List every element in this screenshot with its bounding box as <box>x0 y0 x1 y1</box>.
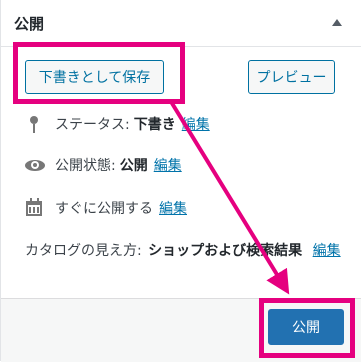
status-value: 下書き <box>133 117 176 133</box>
triangle-up-icon[interactable] <box>332 19 342 26</box>
schedule-edit-link[interactable]: 編集 <box>159 198 187 218</box>
catalog-label: カタログの見え方: <box>25 243 142 259</box>
status-label: ステータス: <box>55 117 130 133</box>
calendar-icon <box>25 198 45 218</box>
catalog-visibility-row: カタログの見え方: ショップおよび検索結果 編集 <box>25 240 345 262</box>
eye-icon <box>25 155 45 175</box>
schedule-row: すぐに公開する 編集 <box>25 198 187 218</box>
preview-button[interactable]: プレビュー <box>248 60 335 94</box>
status-edit-link[interactable]: 編集 <box>182 114 210 134</box>
visibility-value: 公開 <box>119 158 148 174</box>
status-row: ステータス: 下書き 編集 <box>25 114 210 134</box>
catalog-edit-link[interactable]: 編集 <box>313 243 341 259</box>
visibility-edit-link[interactable]: 編集 <box>154 155 182 175</box>
pin-icon <box>25 114 45 134</box>
publish-panel: 公開 下書きとして保存 プレビュー ステータス: 下書き 編集 公開状態: 公開… <box>0 0 361 362</box>
visibility-row: 公開状態: 公開 編集 <box>25 155 182 175</box>
visibility-label: 公開状態: <box>55 158 116 174</box>
publish-button[interactable]: 公開 <box>268 309 344 345</box>
schedule-label: すぐに公開する <box>55 201 153 217</box>
catalog-value: ショップおよび検索結果 <box>148 243 303 259</box>
save-draft-button[interactable]: 下書きとして保存 <box>25 60 164 94</box>
panel-header[interactable]: 公開 <box>1 0 361 47</box>
panel-title: 公開 <box>14 15 45 33</box>
